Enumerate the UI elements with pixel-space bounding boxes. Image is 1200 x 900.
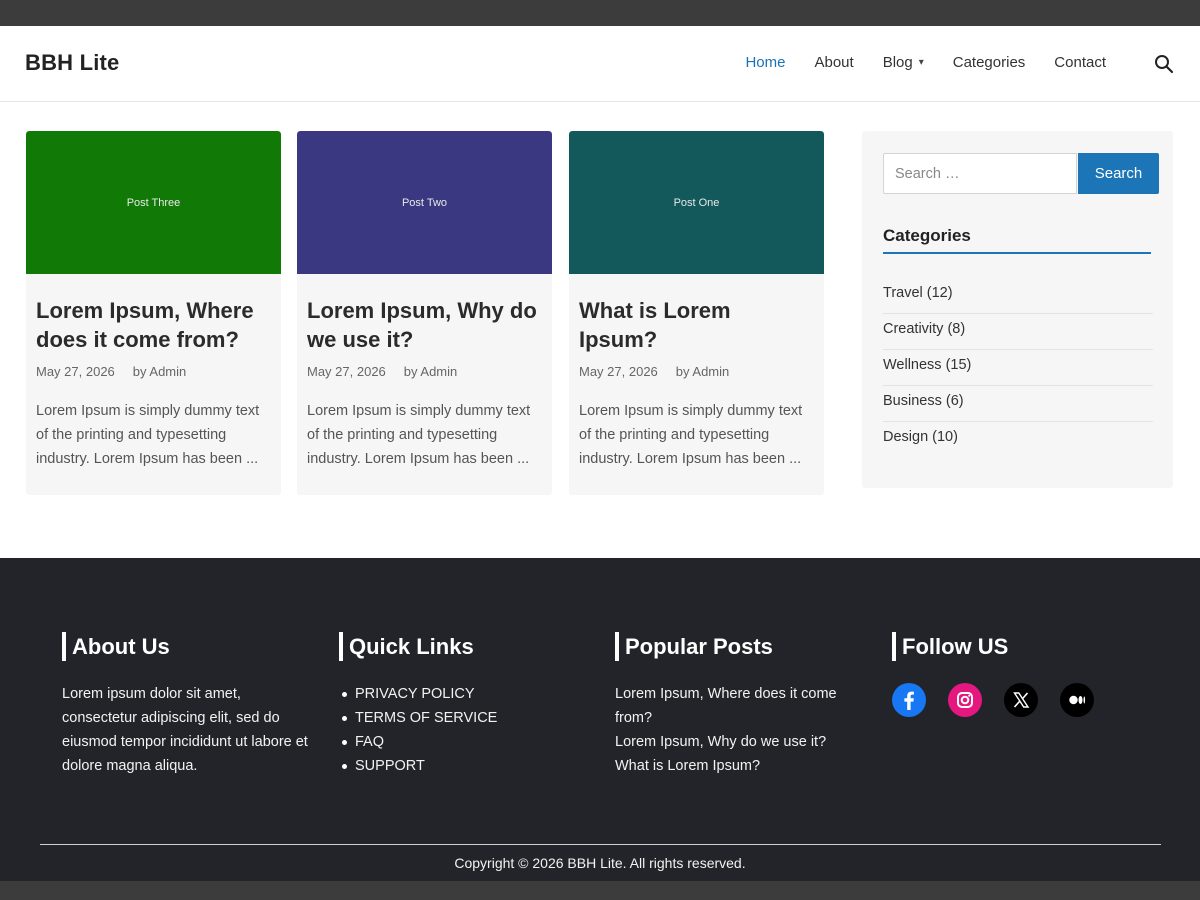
instagram-icon[interactable] xyxy=(948,683,982,717)
medium-icon[interactable] xyxy=(1060,683,1094,717)
post-author[interactable]: by Admin xyxy=(133,364,186,379)
quick-links-list: PRIVACY POLICY TERMS OF SERVICE FAQ SUPP… xyxy=(339,682,579,778)
footer-popular-posts: Popular Posts Lorem Ipsum, Where does it… xyxy=(615,632,860,778)
category-item-travel[interactable]: Travel (12) xyxy=(883,278,1153,314)
post-card[interactable]: Post Two Lorem Ipsum, Why do we use it? … xyxy=(297,131,552,495)
popular-post-link[interactable]: Lorem Ipsum, Why do we use it? xyxy=(615,730,860,754)
footer-link-faq[interactable]: FAQ xyxy=(339,730,579,754)
post-date: May 27, 2026 xyxy=(36,364,115,379)
post-date: May 27, 2026 xyxy=(579,364,658,379)
post-meta: May 27, 2026 by Admin xyxy=(307,364,542,379)
categories-list: Travel (12) Creativity (8) Wellness (15)… xyxy=(883,278,1153,458)
popular-post-link[interactable]: What is Lorem Ipsum? xyxy=(615,754,860,778)
category-item-design[interactable]: Design (10) xyxy=(883,422,1153,458)
footer-link-privacy-policy[interactable]: PRIVACY POLICY xyxy=(339,682,579,706)
category-item-business[interactable]: Business (6) xyxy=(883,386,1153,422)
footer-about: About Us Lorem ipsum dolor sit amet, con… xyxy=(62,632,312,778)
post-author[interactable]: by Admin xyxy=(676,364,729,379)
footer-follow: Follow US xyxy=(892,632,1152,717)
footer-heading: Popular Posts xyxy=(615,632,860,661)
nav-item-label: Home xyxy=(745,54,786,71)
post-excerpt: Lorem Ipsum is simply dummy text of the … xyxy=(36,403,260,467)
sidebar: Search Categories Travel (12) Creativity… xyxy=(862,131,1173,488)
categories-heading: Categories xyxy=(883,226,971,245)
nav-item-label: Blog xyxy=(882,54,913,71)
post-card[interactable]: Post One What is Lorem Ipsum? May 27, 20… xyxy=(569,131,824,495)
post-excerpt: Lorem Ipsum is simply dummy text of the … xyxy=(579,403,803,467)
categories-divider xyxy=(883,252,1151,254)
footer-heading: Follow US xyxy=(892,632,1152,661)
copyright-text: Copyright © 2026 BBH Lite. All rights re… xyxy=(454,855,746,871)
post-date: May 27, 2026 xyxy=(307,364,386,379)
site-header: BBH Lite Home About Blog ▾ Categories Con… xyxy=(0,26,1200,102)
nav-item-label: Contact xyxy=(1054,54,1106,71)
thumbnail-label: Post One xyxy=(673,196,720,209)
post-title[interactable]: Lorem Ipsum, Where does it come from? xyxy=(36,296,271,354)
popular-post-link[interactable]: Lorem Ipsum, Where does it come from? xyxy=(615,682,860,730)
post-excerpt: Lorem Ipsum is simply dummy text of the … xyxy=(307,403,531,467)
nav-item-label: Categories xyxy=(952,54,1026,71)
post-meta: May 27, 2026 by Admin xyxy=(579,364,814,379)
footer-about-text: Lorem ipsum dolor sit amet, consectetur … xyxy=(62,686,308,774)
nav-item-about[interactable]: About xyxy=(814,54,853,71)
social-links xyxy=(892,683,1152,717)
footer-heading: Quick Links xyxy=(339,632,579,661)
main-nav: Home About Blog ▾ Categories Contact xyxy=(716,54,1106,71)
nav-item-label: About xyxy=(814,54,854,71)
footer-divider xyxy=(40,844,1161,845)
search-button[interactable]: Search xyxy=(1078,153,1159,194)
post-card[interactable]: Post Three Lorem Ipsum, Where does it co… xyxy=(26,131,281,495)
post-thumbnail[interactable]: Post One xyxy=(569,131,824,274)
post-title[interactable]: Lorem Ipsum, Why do we use it? xyxy=(307,296,542,354)
footer-link-support[interactable]: SUPPORT xyxy=(339,754,579,778)
facebook-icon[interactable] xyxy=(892,683,926,717)
category-item-creativity[interactable]: Creativity (8) xyxy=(883,314,1153,350)
page: BBH Lite Home About Blog ▾ Categories Con… xyxy=(0,26,1200,881)
footer-link-terms-of-service[interactable]: TERMS OF SERVICE xyxy=(339,706,579,730)
thumbnail-label: Post Two xyxy=(401,196,448,209)
nav-item-categories[interactable]: Categories xyxy=(953,54,1026,71)
footer-quick-links: Quick Links PRIVACY POLICY TERMS OF SERV… xyxy=(339,632,579,778)
thumbnail-label: Post Three xyxy=(126,196,181,209)
post-meta: May 27, 2026 by Admin xyxy=(36,364,271,379)
post-author[interactable]: by Admin xyxy=(404,364,457,379)
chevron-down-icon: ▾ xyxy=(918,57,924,68)
browser-bottom-strip xyxy=(0,881,1200,900)
search-icon[interactable] xyxy=(1154,54,1174,74)
post-title[interactable]: What is Lorem Ipsum? xyxy=(579,296,814,354)
nav-item-blog[interactable]: Blog ▾ xyxy=(883,54,924,71)
browser-top-strip xyxy=(0,0,1200,26)
search-input[interactable] xyxy=(883,153,1077,194)
category-item-wellness[interactable]: Wellness (15) xyxy=(883,350,1153,386)
site-footer: About Us Lorem ipsum dolor sit amet, con… xyxy=(0,558,1200,881)
x-icon[interactable] xyxy=(1004,683,1038,717)
nav-item-contact[interactable]: Contact xyxy=(1054,54,1106,71)
nav-item-home[interactable]: Home xyxy=(745,54,785,71)
post-thumbnail[interactable]: Post Two xyxy=(297,131,552,274)
post-thumbnail[interactable]: Post Three xyxy=(26,131,281,274)
footer-heading: About Us xyxy=(62,632,312,661)
site-title[interactable]: BBH Lite xyxy=(25,50,120,76)
popular-posts-list: Lorem Ipsum, Where does it come from? Lo… xyxy=(615,682,860,778)
